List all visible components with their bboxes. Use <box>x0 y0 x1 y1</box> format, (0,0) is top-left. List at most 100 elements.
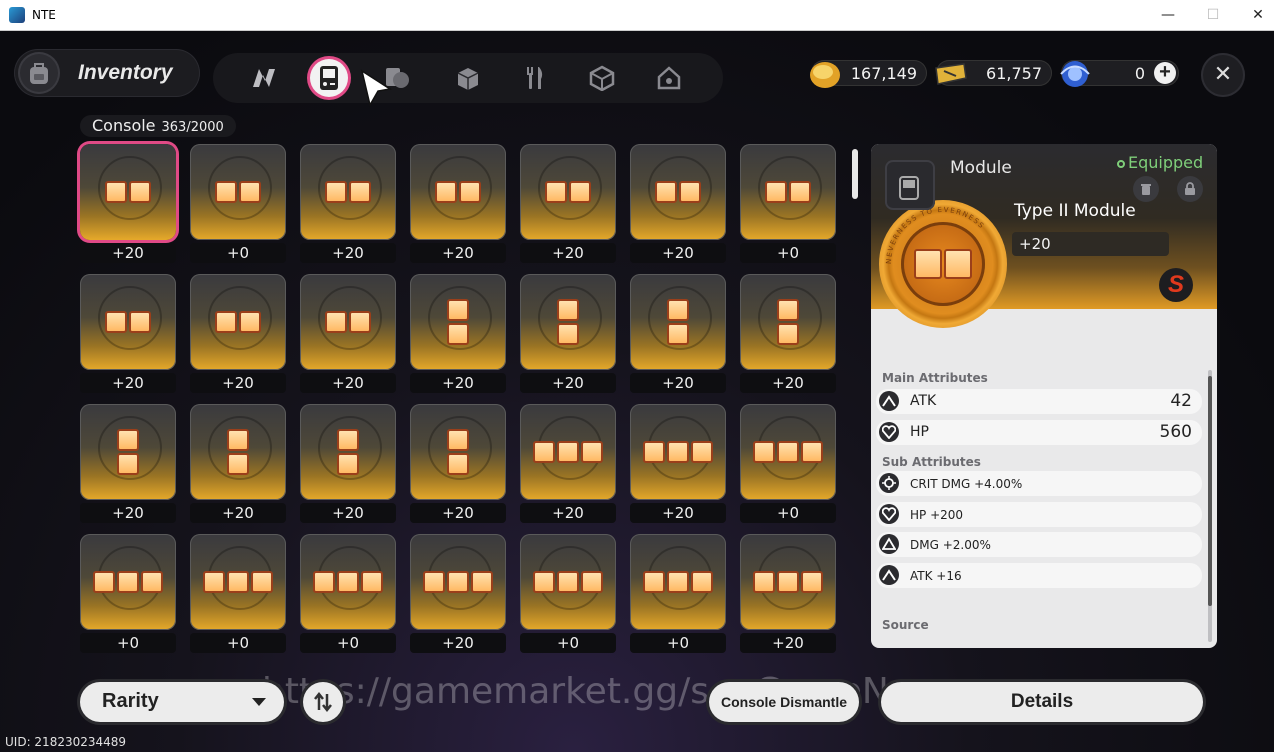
console-dismantle-button[interactable]: Console Dismantle <box>709 682 859 722</box>
item-level: +20 <box>410 243 506 263</box>
inventory-item[interactable]: +20 <box>520 404 616 524</box>
inventory-item[interactable]: +0 <box>190 144 286 264</box>
details-button[interactable]: Details <box>881 682 1203 722</box>
item-card[interactable] <box>630 144 726 240</box>
inventory-item[interactable]: +20 <box>80 144 176 264</box>
medal-tile <box>944 249 972 279</box>
inventory-item[interactable]: +0 <box>630 534 726 654</box>
item-card[interactable] <box>410 144 506 240</box>
item-card[interactable] <box>740 144 836 240</box>
item-card[interactable] <box>410 274 506 370</box>
inventory-item[interactable]: +0 <box>80 534 176 654</box>
tab-box[interactable] <box>449 59 487 97</box>
tab-home[interactable] <box>650 59 688 97</box>
item-card[interactable] <box>520 534 616 630</box>
orb-value: 0 <box>1134 64 1145 83</box>
item-level: +20 <box>410 373 506 393</box>
inventory-item[interactable]: +20 <box>300 404 396 524</box>
minimize-button[interactable]: — <box>1145 0 1191 30</box>
item-card[interactable] <box>190 144 286 240</box>
inventory-item[interactable]: +0 <box>740 404 836 524</box>
item-card[interactable] <box>740 534 836 630</box>
inventory-item[interactable]: +20 <box>300 274 396 394</box>
inventory-item[interactable]: +20 <box>740 534 836 654</box>
inventory-item[interactable]: +20 <box>300 144 396 264</box>
module-shape-icon <box>740 274 836 370</box>
inventory-item[interactable]: +20 <box>410 144 506 264</box>
grid-scrollbar[interactable] <box>852 143 858 655</box>
window-close-button[interactable]: ✕ <box>1235 0 1274 30</box>
module-tile <box>459 181 481 203</box>
inventory-item[interactable]: +20 <box>630 274 726 394</box>
tab-food[interactable] <box>516 59 554 97</box>
add-currency-button[interactable]: + <box>1154 62 1176 84</box>
inventory-item[interactable]: +20 <box>630 404 726 524</box>
item-card[interactable] <box>190 274 286 370</box>
item-card[interactable] <box>740 274 836 370</box>
item-card[interactable] <box>300 274 396 370</box>
inventory-item[interactable]: +20 <box>410 534 506 654</box>
module-tile <box>777 323 799 345</box>
detail-scrollbar[interactable] <box>1208 370 1212 642</box>
item-level: +20 <box>410 503 506 523</box>
item-card[interactable] <box>630 404 726 500</box>
inventory-item[interactable]: +0 <box>300 534 396 654</box>
uid-label: UID: 218230234489 <box>5 735 127 749</box>
inventory-item[interactable]: +0 <box>740 144 836 264</box>
inventory-item[interactable]: +0 <box>190 534 286 654</box>
inventory-item[interactable]: +20 <box>190 274 286 394</box>
item-card[interactable] <box>80 404 176 500</box>
item-card[interactable] <box>520 404 616 500</box>
item-card[interactable] <box>410 404 506 500</box>
lock-button[interactable] <box>1177 176 1203 202</box>
module-tile <box>777 299 799 321</box>
inventory-item[interactable]: +0 <box>520 534 616 654</box>
inventory-item[interactable]: +20 <box>80 274 176 394</box>
inventory-item[interactable]: +20 <box>190 404 286 524</box>
item-card[interactable] <box>410 534 506 630</box>
item-card[interactable] <box>190 404 286 500</box>
inventory-item[interactable]: +20 <box>740 274 836 394</box>
inventory-item[interactable]: +20 <box>520 144 616 264</box>
module-tile <box>447 571 469 593</box>
sort-order-button[interactable] <box>303 682 343 722</box>
item-card[interactable] <box>630 534 726 630</box>
inventory-item[interactable]: +20 <box>520 274 616 394</box>
item-level: +0 <box>80 633 176 653</box>
inventory-item[interactable]: +20 <box>630 144 726 264</box>
rarity-s-badge: S <box>1159 268 1193 302</box>
item-card[interactable] <box>740 404 836 500</box>
item-level: +20 <box>630 503 726 523</box>
module-tile <box>105 181 127 203</box>
module-shape-icon <box>520 534 616 630</box>
inventory-item[interactable]: +20 <box>410 404 506 524</box>
item-level: +20 <box>410 633 506 653</box>
item-level: +20 <box>80 503 176 523</box>
item-card[interactable] <box>520 144 616 240</box>
item-card[interactable] <box>80 274 176 370</box>
item-card[interactable] <box>80 534 176 630</box>
item-card[interactable] <box>630 274 726 370</box>
tab-console[interactable] <box>310 59 348 97</box>
item-card[interactable] <box>190 534 286 630</box>
tab-cube[interactable] <box>583 59 621 97</box>
module-tile <box>435 181 457 203</box>
item-card[interactable] <box>300 404 396 500</box>
close-button[interactable]: ✕ <box>1201 53 1245 97</box>
module-tile <box>239 181 261 203</box>
grid-scroll-thumb[interactable] <box>852 149 858 199</box>
delete-button[interactable] <box>1133 176 1159 202</box>
rarity-dropdown[interactable]: Rarity <box>80 682 284 722</box>
item-level: +20 <box>190 373 286 393</box>
module-tile <box>789 181 811 203</box>
item-card[interactable] <box>300 144 396 240</box>
detail-scroll-thumb[interactable] <box>1208 376 1212 606</box>
module-shape-icon <box>630 274 726 370</box>
item-card[interactable] <box>520 274 616 370</box>
inventory-item[interactable]: +20 <box>410 274 506 394</box>
maximize-button[interactable]: ☐ <box>1190 0 1236 30</box>
inventory-item[interactable]: +20 <box>80 404 176 524</box>
tab-n-logo[interactable] <box>245 59 283 97</box>
item-card[interactable] <box>80 144 176 240</box>
item-card[interactable] <box>300 534 396 630</box>
